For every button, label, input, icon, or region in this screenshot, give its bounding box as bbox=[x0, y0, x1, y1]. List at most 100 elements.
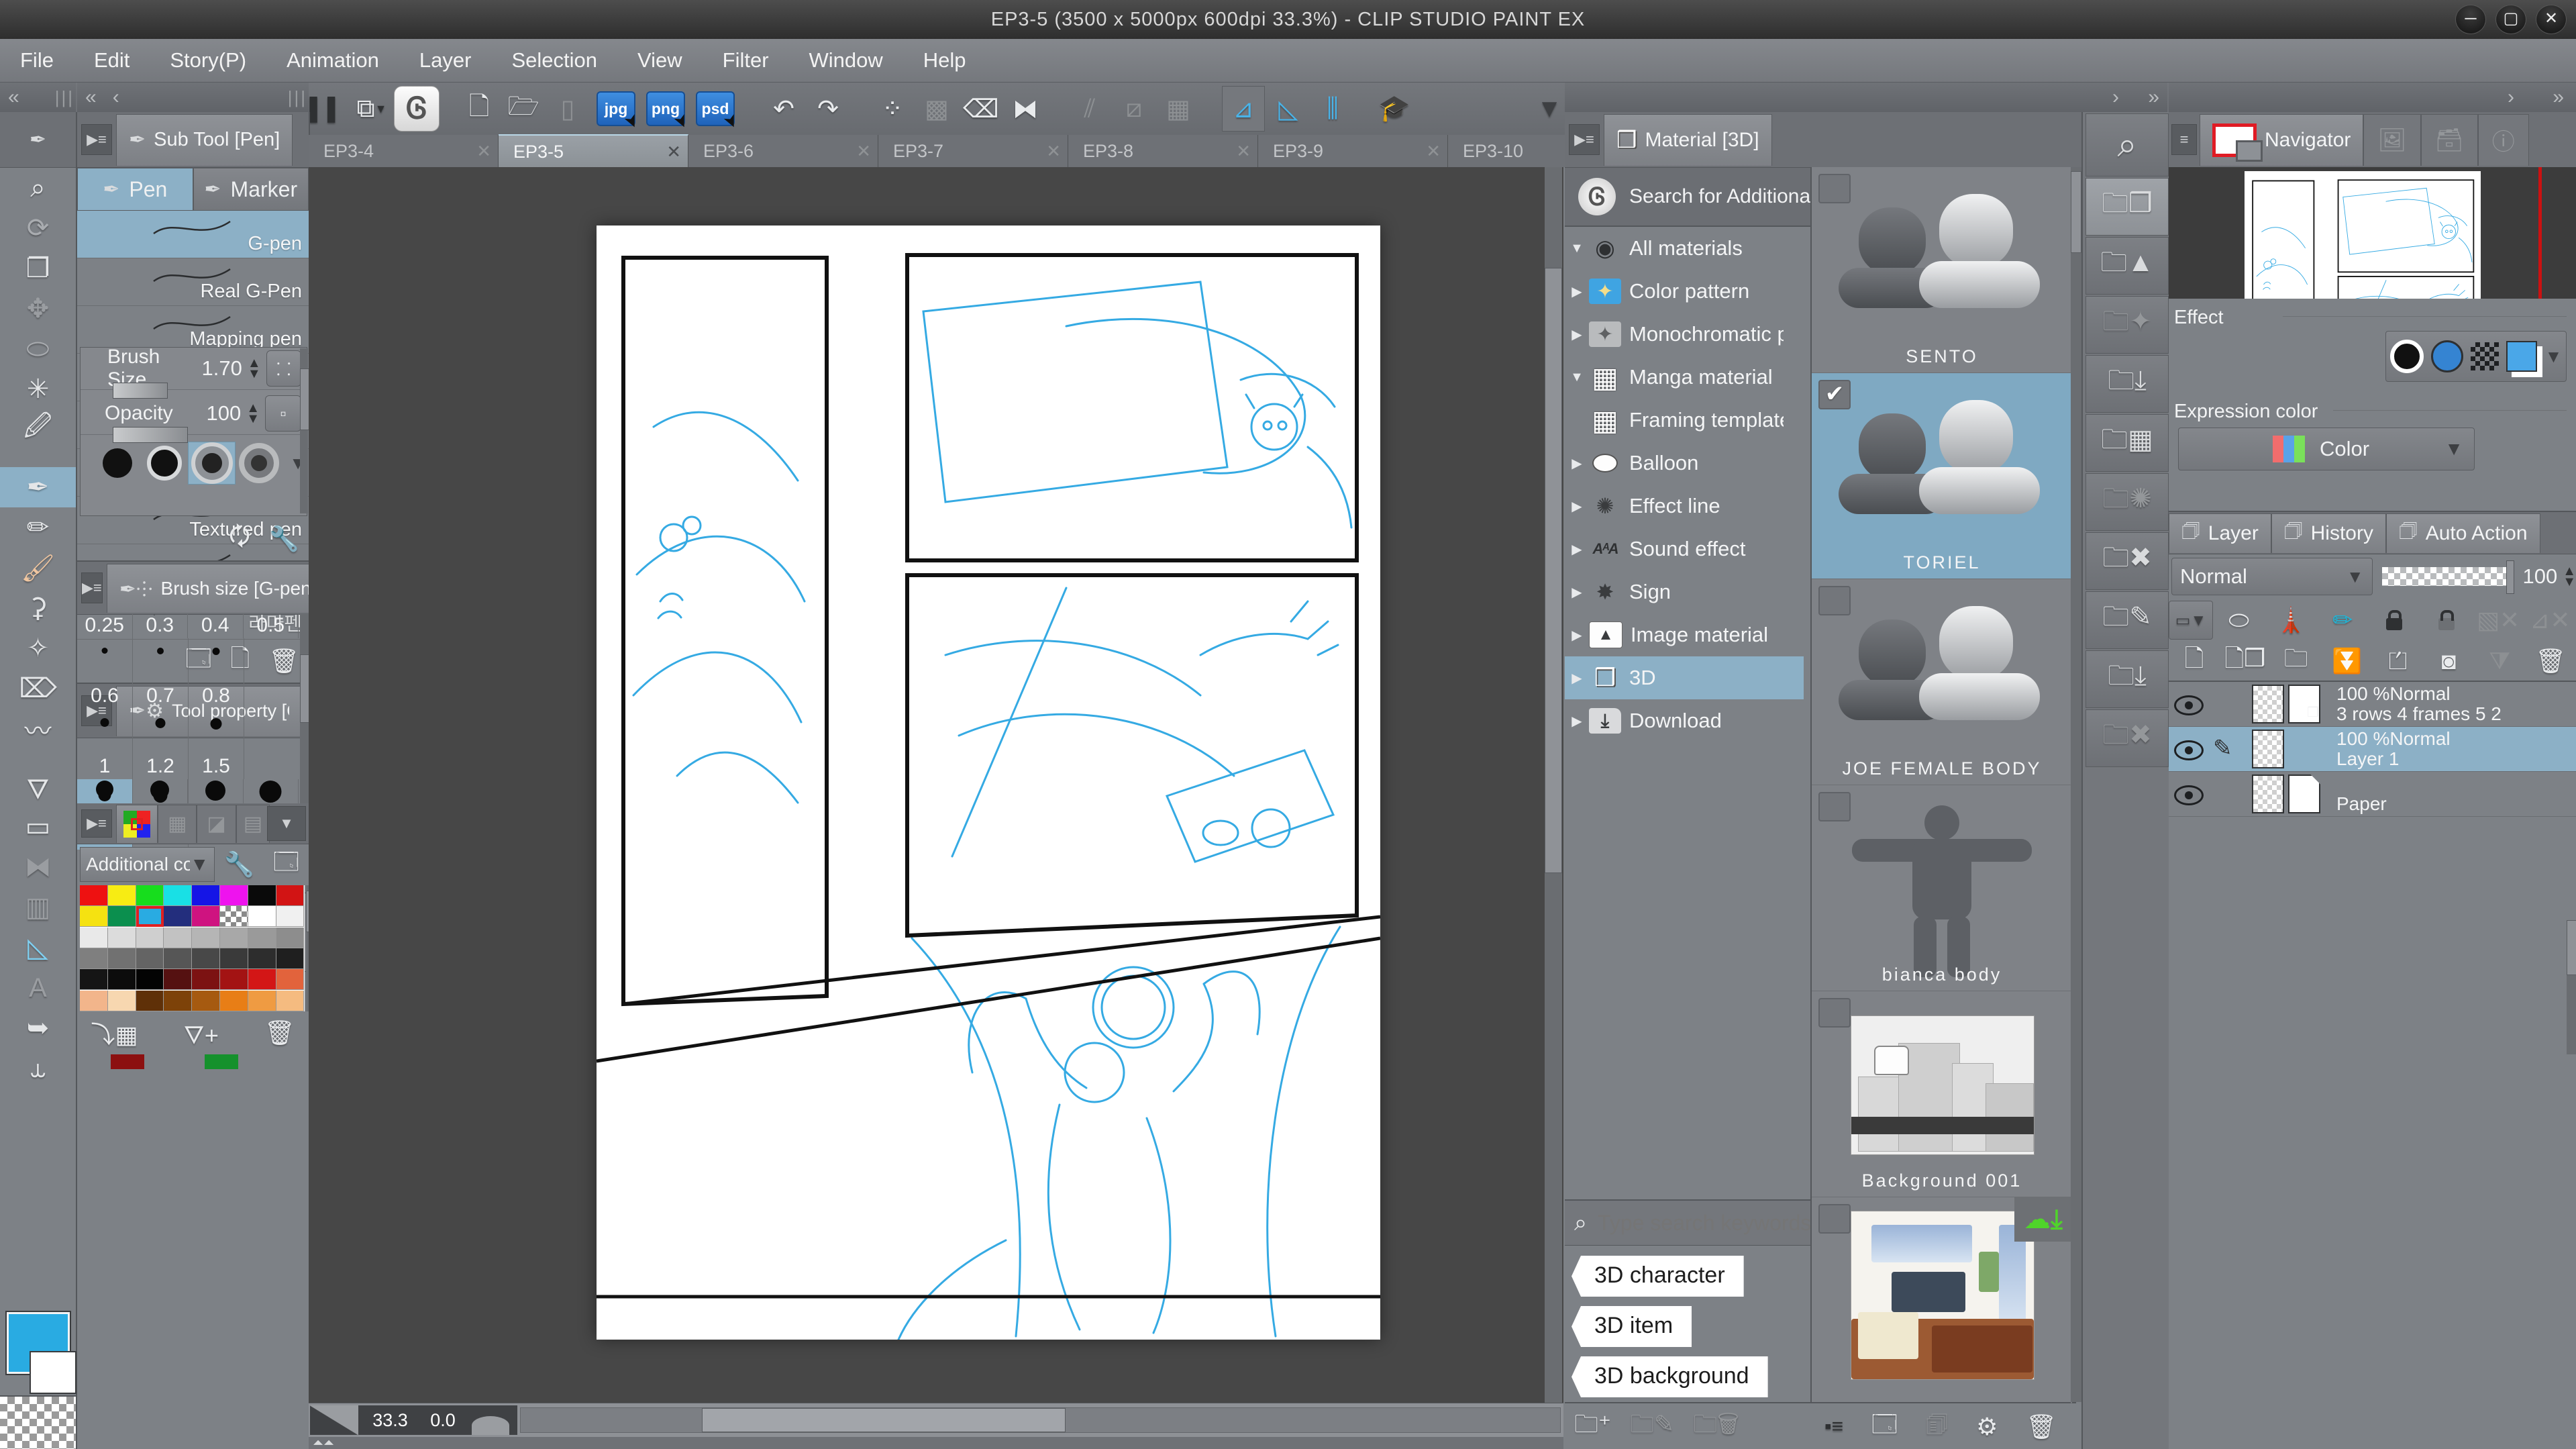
clear-selection-icon[interactable]: ⌫ bbox=[960, 87, 1002, 131]
document-tab[interactable]: EP3-6 ✕ bbox=[688, 135, 878, 167]
layer-thumbnail[interactable] bbox=[2252, 775, 2284, 813]
effect-extract-line-icon[interactable] bbox=[2506, 341, 2537, 372]
material-tree-item[interactable]: Manga material bbox=[1565, 356, 1804, 399]
antialias-weak-icon[interactable] bbox=[141, 442, 188, 484]
color-swatch[interactable] bbox=[136, 991, 164, 1011]
color-swatch[interactable] bbox=[276, 906, 305, 927]
navigator-menu-icon[interactable]: ≡ bbox=[2171, 124, 2197, 155]
lock-layer-icon[interactable] bbox=[2369, 610, 2420, 630]
folder-manga-icon[interactable]: 🗀▦ bbox=[2085, 414, 2169, 472]
lock-transparent-pixels-icon[interactable] bbox=[2420, 610, 2472, 630]
color-swatch[interactable] bbox=[192, 928, 220, 948]
list-view-icon[interactable]: ▪≡ bbox=[1815, 1415, 1853, 1438]
close-tab-icon[interactable]: ✕ bbox=[1426, 141, 1441, 162]
tree-arrow-icon[interactable] bbox=[1565, 670, 1589, 687]
folder-download-icon[interactable]: 🗀⤓ bbox=[2085, 355, 2169, 413]
help-academy-icon[interactable]: 🎓 bbox=[1374, 87, 1415, 131]
material-item[interactable]: Background 001 bbox=[1812, 991, 2072, 1197]
opacity-slider[interactable] bbox=[113, 427, 188, 443]
document-tab[interactable]: EP3-7 ✕ bbox=[878, 135, 1068, 167]
tree-arrow-icon[interactable] bbox=[1565, 326, 1589, 343]
transform-icon[interactable]: ⧓ bbox=[1004, 87, 1046, 131]
brush-size-menu-icon[interactable]: ▶≡ bbox=[81, 572, 103, 603]
tree-arrow-icon[interactable] bbox=[1565, 241, 1589, 256]
subtool-group-tab[interactable]: ✒ Pen bbox=[77, 168, 193, 211]
document-tab[interactable]: EP3-5 ✕ bbox=[499, 134, 688, 168]
brush-size-stepper[interactable]: ▲▼ bbox=[248, 358, 261, 379]
brush-size-value[interactable]: 1.70 bbox=[202, 356, 242, 381]
brush-size-cell[interactable]: 1.2 bbox=[133, 709, 189, 779]
material-tree-item[interactable]: Color pattern bbox=[1565, 270, 1804, 313]
opacity-dynamics-icon[interactable]: ▫ bbox=[265, 395, 301, 432]
register-material-icon[interactable]: 🗔 bbox=[1862, 1407, 1907, 1448]
layer-thumbnail[interactable] bbox=[2252, 685, 2284, 723]
brush-tool-icon[interactable]: 🖌 bbox=[0, 548, 76, 588]
material-tree-item[interactable]: 3D bbox=[1565, 656, 1804, 699]
expand-icon[interactable]: › bbox=[2104, 86, 2127, 109]
color-swatch[interactable] bbox=[80, 906, 108, 927]
redo-icon[interactable]: ↷ bbox=[807, 87, 849, 131]
layer-row[interactable]: Paper bbox=[2169, 772, 2576, 817]
replace-color-set-icon[interactable]: ⤵▦ bbox=[81, 1015, 147, 1050]
new-file-icon[interactable]: 🗋 bbox=[458, 87, 500, 131]
opacity-stepper-icon[interactable]: ▲▼ bbox=[2563, 566, 2576, 587]
undo-icon[interactable]: ↶ bbox=[763, 87, 805, 131]
minimize-button[interactable]: ─ bbox=[2455, 5, 2486, 34]
color-swatch[interactable] bbox=[136, 906, 164, 927]
color-swatch[interactable] bbox=[192, 948, 220, 969]
color-swatch[interactable] bbox=[192, 906, 220, 927]
collapse-dock-icon[interactable]: « bbox=[0, 86, 28, 109]
antialias-middle-icon[interactable] bbox=[188, 442, 236, 485]
color-swatch[interactable] bbox=[136, 969, 164, 990]
new-raster-layer-icon[interactable]: 🗋 bbox=[2169, 641, 2220, 682]
snap-to-grid-icon[interactable]: ⫼ bbox=[1312, 87, 1353, 131]
layer-panel-tab[interactable]: 🗇 Layer bbox=[2169, 513, 2271, 553]
folder-effect-icon[interactable]: 🗀✺ bbox=[2085, 473, 2169, 531]
material-search-shortcut-icon[interactable]: ⌕ bbox=[2085, 113, 2169, 177]
color-swatch[interactable] bbox=[164, 928, 192, 948]
brush-size-cell[interactable] bbox=[77, 779, 133, 803]
brush-size-cell[interactable]: 0.4 bbox=[188, 614, 244, 638]
effect-tone-icon[interactable] bbox=[2471, 342, 2499, 370]
color-swatch[interactable] bbox=[220, 906, 248, 927]
color-swatch[interactable] bbox=[80, 948, 108, 969]
brush-size-cell[interactable] bbox=[133, 779, 189, 803]
snap-grid-icon[interactable]: ▦ bbox=[1157, 87, 1199, 131]
approx-color-tab[interactable]: ◪ bbox=[197, 805, 236, 843]
document-tab[interactable]: EP3-4 ✕ bbox=[309, 135, 499, 167]
menu-item[interactable]: Help bbox=[903, 39, 986, 82]
reference-layer-icon[interactable]: 🗼 bbox=[2265, 606, 2316, 634]
merge-with-lower-layer-icon[interactable]: ⏍ bbox=[2373, 647, 2424, 676]
new-vector-layer-icon[interactable]: 🗋❒ bbox=[2220, 641, 2271, 682]
decoration-tool-icon[interactable]: ✧ bbox=[0, 628, 76, 668]
folder-image-icon[interactable]: 🗀▲ bbox=[2085, 237, 2169, 295]
color-swatch[interactable] bbox=[192, 885, 220, 906]
canvas-area[interactable] bbox=[309, 167, 1563, 1403]
color-history-tab[interactable]: ▤ bbox=[236, 805, 270, 843]
expand-all-icon[interactable]: » bbox=[2140, 86, 2167, 109]
snap-special-ruler-icon[interactable]: ⧄ bbox=[1113, 87, 1155, 131]
brush-size-dynamics-icon[interactable]: ⸬ bbox=[266, 350, 301, 387]
color-swatch[interactable] bbox=[248, 885, 276, 906]
rotate-canvas-tool-icon[interactable]: ⟳ bbox=[0, 208, 76, 248]
zoom-slider-icon[interactable] bbox=[310, 1405, 358, 1435]
frame-border-tool-icon[interactable]: ▥ bbox=[0, 887, 76, 928]
canvas-vscrollbar[interactable] bbox=[1545, 167, 1562, 1403]
mask-area-icon[interactable]: ⬭ bbox=[2213, 606, 2265, 635]
brush-size-cell[interactable]: 1 bbox=[77, 709, 133, 779]
color-set-dropdown[interactable]: Additional color ▼ bbox=[80, 847, 215, 882]
color-swatch[interactable] bbox=[136, 885, 164, 906]
layer-row[interactable]: ✎ 100 %Normal Layer 1 bbox=[2169, 727, 2576, 772]
subtool-panel-tab[interactable]: ✒ Sub Tool [Pen] bbox=[116, 114, 293, 166]
new-layer-folder-icon[interactable]: 🗀 bbox=[2271, 641, 2322, 682]
color-swatch[interactable] bbox=[136, 948, 164, 969]
color-swatch[interactable] bbox=[164, 969, 192, 990]
snap-to-ruler-icon[interactable]: ⊿ bbox=[1222, 86, 1265, 132]
color-swatch[interactable] bbox=[111, 1054, 144, 1069]
navigator-tab[interactable]: Navigator bbox=[2200, 114, 2363, 166]
delete-material-icon[interactable]: 🗑 bbox=[2016, 1413, 2066, 1441]
send-to-tablet-icon[interactable]: ⧉▼ bbox=[351, 87, 393, 131]
close-tab-icon[interactable]: ✕ bbox=[1236, 141, 1251, 162]
antialias-strong-icon[interactable] bbox=[236, 442, 282, 484]
material-tree-item[interactable]: Download bbox=[1565, 699, 1804, 742]
